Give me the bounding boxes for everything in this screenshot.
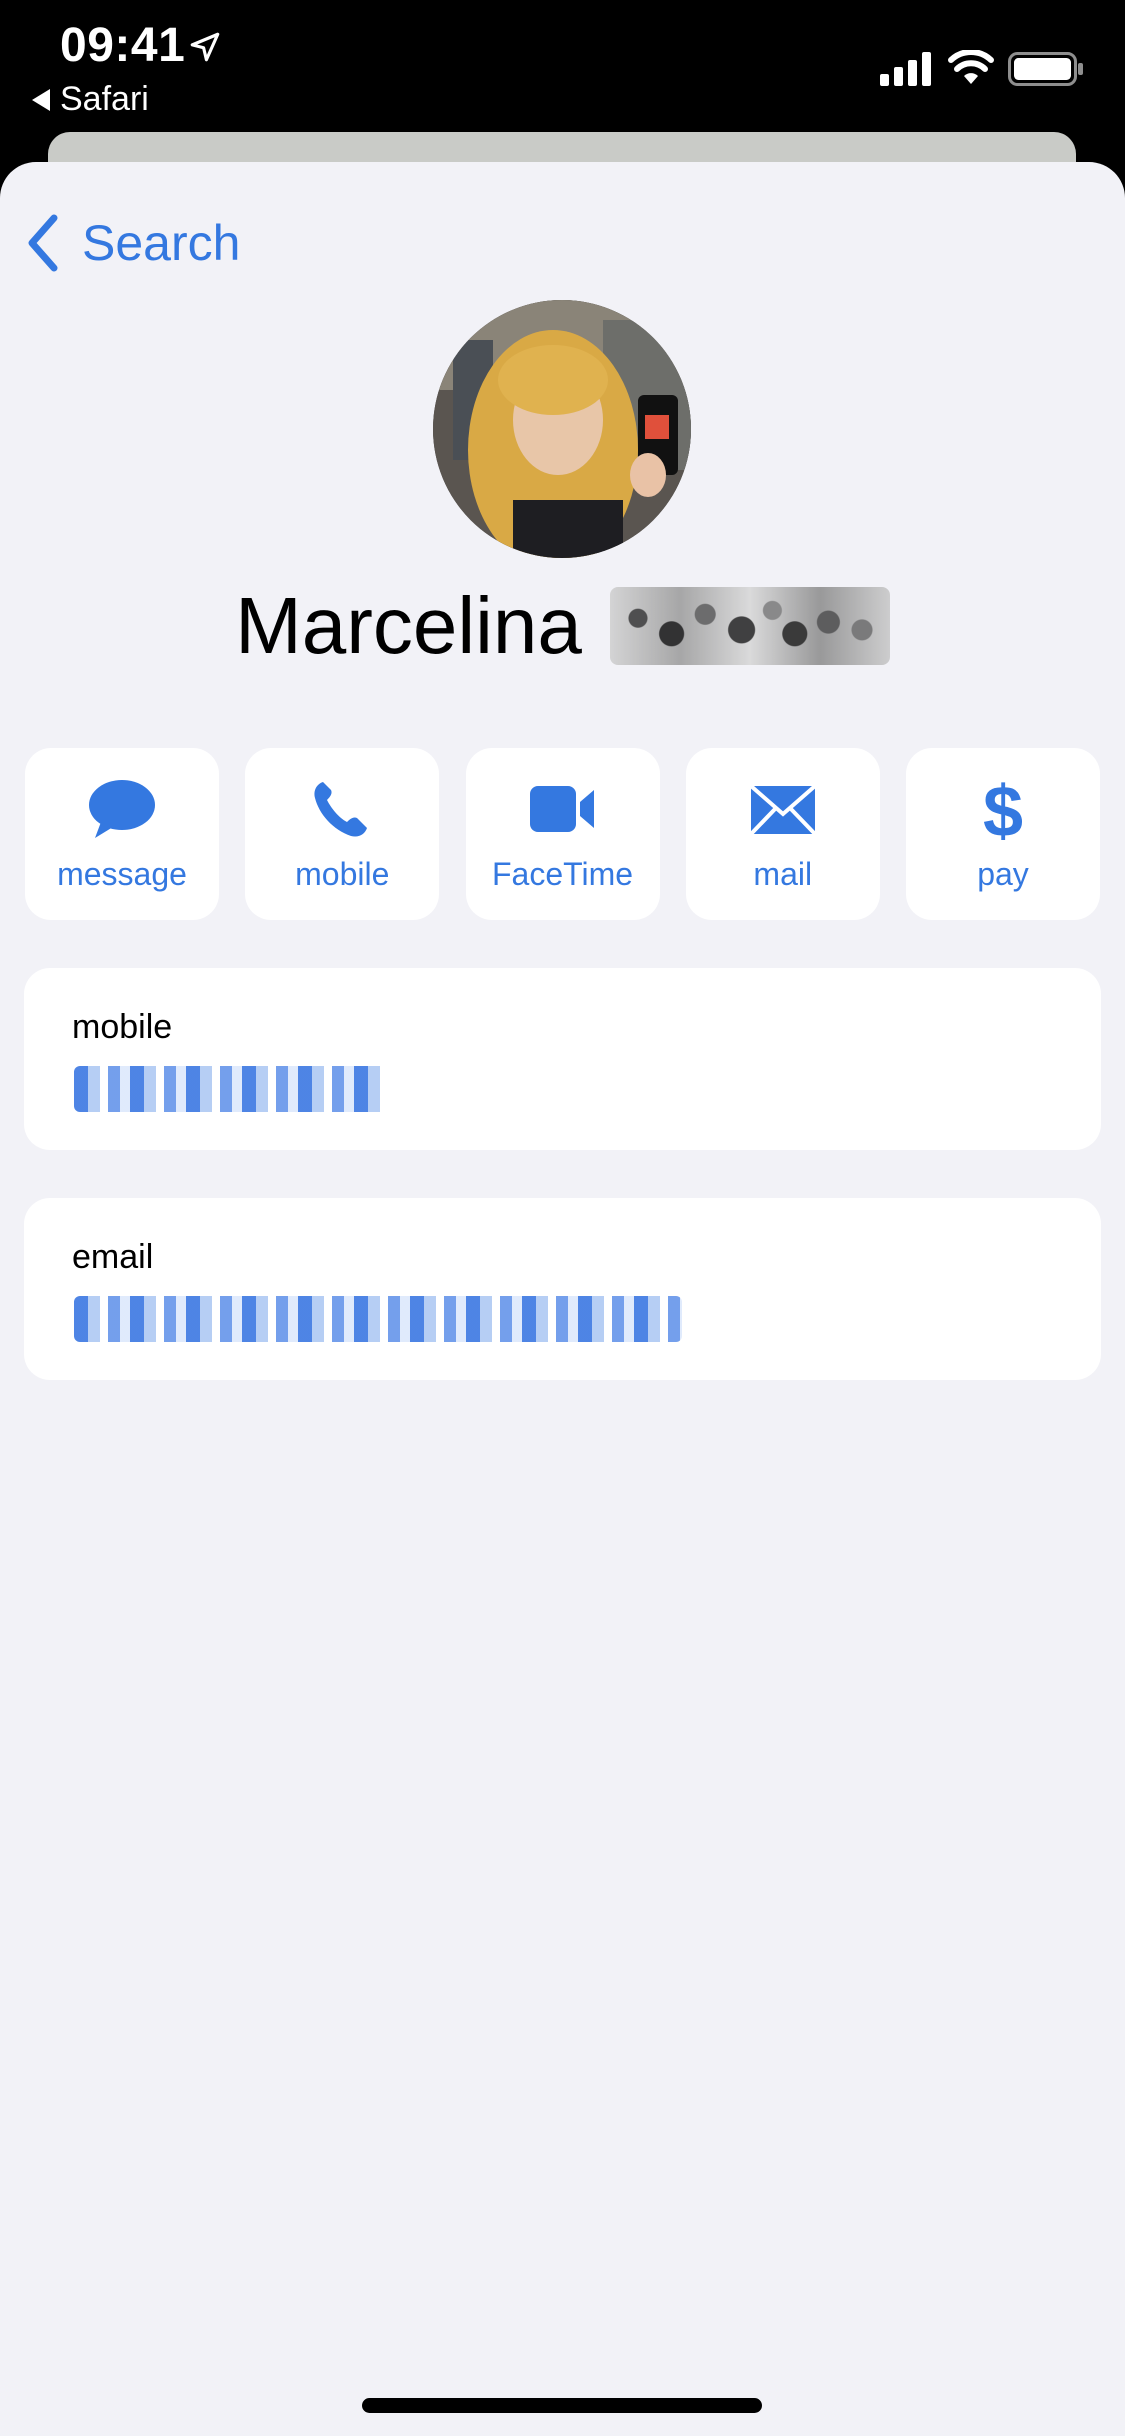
facetime-label: FaceTime [491, 856, 634, 892]
pay-label: pay [977, 856, 1029, 892]
battery-icon [1008, 52, 1083, 86]
message-label: message [57, 856, 187, 892]
dollar-icon: $ [983, 778, 1023, 840]
redacted-email-address[interactable] [74, 1296, 682, 1342]
mail-label: mail [753, 856, 813, 892]
mobile-call-button[interactable]: mobile [245, 748, 440, 920]
home-indicator[interactable] [362, 2398, 762, 2413]
status-time: 09:41 [60, 19, 186, 72]
back-label: Search [82, 215, 241, 271]
quick-actions: message mobile FaceTime mail $ pay [25, 748, 1100, 920]
location-arrow-icon [190, 32, 220, 62]
back-app-label: Safari [60, 80, 149, 118]
contact-avatar[interactable] [433, 300, 691, 558]
facetime-button[interactable]: FaceTime [465, 748, 660, 920]
mobile-field-card[interactable]: mobile [24, 968, 1101, 1150]
phone-icon [314, 782, 368, 837]
contact-first-name: Marcelina [235, 581, 582, 670]
cellular-signal-icon [880, 52, 931, 86]
back-to-app-button[interactable]: Safari [32, 80, 149, 119]
svg-text:$: $ [983, 778, 1023, 840]
envelope-icon [749, 784, 817, 836]
mail-button[interactable]: mail [685, 748, 880, 920]
contact-name: Marcelina [0, 580, 1125, 672]
message-button[interactable]: message [25, 748, 219, 920]
message-bubble-icon [89, 780, 155, 838]
avatar-photo [433, 300, 691, 558]
email-field-label: email [72, 1238, 154, 1276]
search-back-button[interactable]: Search [26, 214, 240, 272]
mobile-field-label: mobile [72, 1008, 173, 1046]
mobile-label: mobile [295, 856, 390, 892]
chevron-left-icon [28, 214, 58, 272]
redacted-phone-number[interactable] [74, 1066, 388, 1112]
back-triangle-icon [32, 88, 50, 111]
redacted-last-name [609, 587, 890, 665]
wifi-icon [948, 50, 994, 84]
email-field-card[interactable]: email [24, 1198, 1101, 1380]
contact-card-sheet: Search Marcelina message mobile FaceTime… [0, 162, 1125, 2436]
pay-button[interactable]: $ pay [906, 748, 1100, 920]
video-camera-icon [529, 786, 594, 832]
